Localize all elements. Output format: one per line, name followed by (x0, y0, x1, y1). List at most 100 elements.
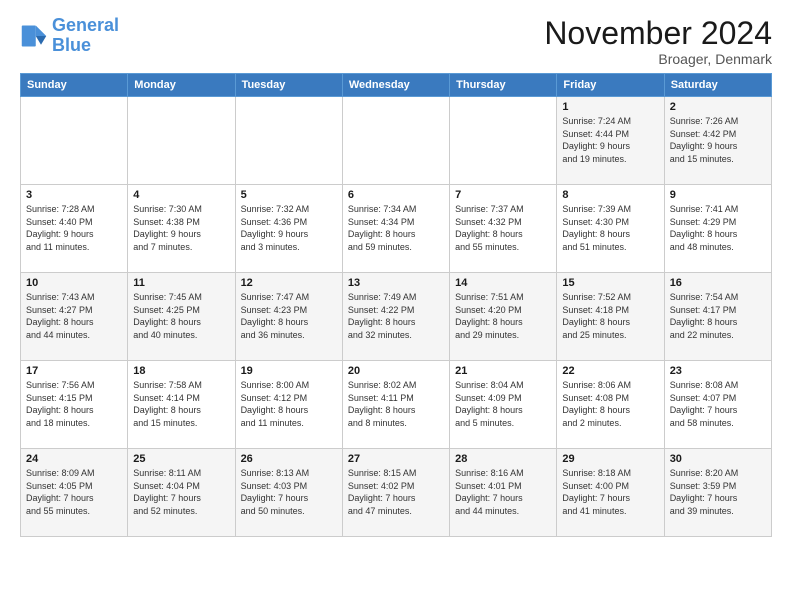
day-info: Sunrise: 7:51 AM Sunset: 4:20 PM Dayligh… (455, 291, 551, 341)
day-cell: 2Sunrise: 7:26 AM Sunset: 4:42 PM Daylig… (664, 97, 771, 185)
day-info: Sunrise: 8:06 AM Sunset: 4:08 PM Dayligh… (562, 379, 658, 429)
day-cell: 26 Sunrise: 8:13 AM Sunset: 4:03 PM Dayli… (235, 449, 342, 537)
day-cell (128, 97, 235, 185)
week-row-4: 17 Sunrise: 7:56 AM Sunset: 4:15 PM Dayli… (21, 361, 772, 449)
day-cell (235, 97, 342, 185)
day-cell: 27Sunrise: 8:15 AM Sunset: 4:02 PM Dayli… (342, 449, 449, 537)
col-thursday: Thursday (450, 74, 557, 97)
logo-text: General Blue (52, 16, 119, 56)
week-row-1: 1 Sunrise: 7:24 AM Sunset: 4:44 PM Daylig… (21, 97, 772, 185)
day-number: 14 (455, 277, 551, 289)
day-info: Sunrise: 8:20 AM Sunset: 3:59 PM Dayligh… (670, 467, 766, 517)
day-cell: 17 Sunrise: 7:56 AM Sunset: 4:15 PM Dayli… (21, 361, 128, 449)
day-number: 8 (562, 189, 658, 201)
day-info: Sunrise: 7:34 AM Sunset: 4:34 PM Dayligh… (348, 203, 444, 253)
day-info: Sunrise: 8:16 AM Sunset: 4:01 PM Dayligh… (455, 467, 551, 517)
day-number: 18 (133, 365, 229, 377)
day-cell (21, 97, 128, 185)
day-cell: 8 Sunrise: 7:39 AM Sunset: 4:30 PM Daylig… (557, 185, 664, 273)
day-cell: 28 Sunrise: 8:16 AM Sunset: 4:01 PM Dayli… (450, 449, 557, 537)
day-number: 23 (670, 365, 766, 377)
day-cell: 7Sunrise: 7:37 AM Sunset: 4:32 PM Daylig… (450, 185, 557, 273)
calendar: Sunday Monday Tuesday Wednesday Thursday… (20, 73, 772, 537)
day-cell: 19 Sunrise: 8:00 AM Sunset: 4:12 PM Dayli… (235, 361, 342, 449)
week-row-5: 24Sunrise: 8:09 AM Sunset: 4:05 PM Dayli… (21, 449, 772, 537)
day-cell: 4Sunrise: 7:30 AM Sunset: 4:38 PM Daylig… (128, 185, 235, 273)
col-wednesday: Wednesday (342, 74, 449, 97)
week-row-2: 3Sunrise: 7:28 AM Sunset: 4:40 PM Daylig… (21, 185, 772, 273)
day-number: 26 (241, 453, 337, 465)
day-number: 16 (670, 277, 766, 289)
day-cell: 9 Sunrise: 7:41 AM Sunset: 4:29 PM Daylig… (664, 185, 771, 273)
calendar-body: 1 Sunrise: 7:24 AM Sunset: 4:44 PM Daylig… (21, 97, 772, 537)
day-number: 10 (26, 277, 122, 289)
day-info: Sunrise: 8:18 AM Sunset: 4:00 PM Dayligh… (562, 467, 658, 517)
day-number: 13 (348, 277, 444, 289)
col-saturday: Saturday (664, 74, 771, 97)
day-info: Sunrise: 7:49 AM Sunset: 4:22 PM Dayligh… (348, 291, 444, 341)
day-number: 5 (241, 189, 337, 201)
day-cell: 22 Sunrise: 8:06 AM Sunset: 4:08 PM Dayli… (557, 361, 664, 449)
day-info: Sunrise: 7:30 AM Sunset: 4:38 PM Dayligh… (133, 203, 229, 253)
day-number: 22 (562, 365, 658, 377)
day-number: 15 (562, 277, 658, 289)
day-info: Sunrise: 7:39 AM Sunset: 4:30 PM Dayligh… (562, 203, 658, 253)
day-info: Sunrise: 7:43 AM Sunset: 4:27 PM Dayligh… (26, 291, 122, 341)
col-friday: Friday (557, 74, 664, 97)
day-cell: 18Sunrise: 7:58 AM Sunset: 4:14 PM Dayli… (128, 361, 235, 449)
day-info: Sunrise: 7:26 AM Sunset: 4:42 PM Dayligh… (670, 115, 766, 165)
day-cell: 24Sunrise: 8:09 AM Sunset: 4:05 PM Dayli… (21, 449, 128, 537)
day-info: Sunrise: 7:37 AM Sunset: 4:32 PM Dayligh… (455, 203, 551, 253)
day-info: Sunrise: 8:09 AM Sunset: 4:05 PM Dayligh… (26, 467, 122, 517)
day-cell (342, 97, 449, 185)
day-number: 11 (133, 277, 229, 289)
day-info: Sunrise: 8:15 AM Sunset: 4:02 PM Dayligh… (348, 467, 444, 517)
day-info: Sunrise: 7:52 AM Sunset: 4:18 PM Dayligh… (562, 291, 658, 341)
logo-icon (20, 22, 48, 50)
day-number: 28 (455, 453, 551, 465)
day-info: Sunrise: 7:32 AM Sunset: 4:36 PM Dayligh… (241, 203, 337, 253)
day-number: 19 (241, 365, 337, 377)
day-cell: 13 Sunrise: 7:49 AM Sunset: 4:22 PM Dayli… (342, 273, 449, 361)
location: Broager, Denmark (544, 51, 772, 67)
day-number: 21 (455, 365, 551, 377)
day-info: Sunrise: 7:56 AM Sunset: 4:15 PM Dayligh… (26, 379, 122, 429)
day-cell: 1 Sunrise: 7:24 AM Sunset: 4:44 PM Daylig… (557, 97, 664, 185)
day-cell: 23 Sunrise: 8:08 AM Sunset: 4:07 PM Dayli… (664, 361, 771, 449)
day-number: 17 (26, 365, 122, 377)
day-cell: 6 Sunrise: 7:34 AM Sunset: 4:34 PM Daylig… (342, 185, 449, 273)
day-info: Sunrise: 7:54 AM Sunset: 4:17 PM Dayligh… (670, 291, 766, 341)
header: General Blue November 2024 Broager, Denm… (20, 16, 772, 67)
day-info: Sunrise: 8:04 AM Sunset: 4:09 PM Dayligh… (455, 379, 551, 429)
day-info: Sunrise: 8:02 AM Sunset: 4:11 PM Dayligh… (348, 379, 444, 429)
day-cell: 10 Sunrise: 7:43 AM Sunset: 4:27 PM Dayli… (21, 273, 128, 361)
day-number: 29 (562, 453, 658, 465)
calendar-header: Sunday Monday Tuesday Wednesday Thursday… (21, 74, 772, 97)
logo: General Blue (20, 16, 119, 56)
day-info: Sunrise: 7:45 AM Sunset: 4:25 PM Dayligh… (133, 291, 229, 341)
logo-line1: General (52, 15, 119, 35)
day-info: Sunrise: 8:08 AM Sunset: 4:07 PM Dayligh… (670, 379, 766, 429)
day-cell: 21 Sunrise: 8:04 AM Sunset: 4:09 PM Dayli… (450, 361, 557, 449)
day-info: Sunrise: 7:41 AM Sunset: 4:29 PM Dayligh… (670, 203, 766, 253)
day-cell: 30Sunrise: 8:20 AM Sunset: 3:59 PM Dayli… (664, 449, 771, 537)
day-cell: 16 Sunrise: 7:54 AM Sunset: 4:17 PM Dayli… (664, 273, 771, 361)
day-info: Sunrise: 7:28 AM Sunset: 4:40 PM Dayligh… (26, 203, 122, 253)
week-row-3: 10 Sunrise: 7:43 AM Sunset: 4:27 PM Dayli… (21, 273, 772, 361)
day-info: Sunrise: 7:24 AM Sunset: 4:44 PM Dayligh… (562, 115, 658, 165)
day-number: 9 (670, 189, 766, 201)
day-number: 6 (348, 189, 444, 201)
day-cell: 11 Sunrise: 7:45 AM Sunset: 4:25 PM Dayli… (128, 273, 235, 361)
day-number: 1 (562, 101, 658, 113)
month-title: November 2024 (544, 16, 772, 51)
day-info: Sunrise: 7:47 AM Sunset: 4:23 PM Dayligh… (241, 291, 337, 341)
day-info: Sunrise: 8:13 AM Sunset: 4:03 PM Dayligh… (241, 467, 337, 517)
header-row: Sunday Monday Tuesday Wednesday Thursday… (21, 74, 772, 97)
day-cell (450, 97, 557, 185)
day-number: 25 (133, 453, 229, 465)
day-cell: 25Sunrise: 8:11 AM Sunset: 4:04 PM Dayli… (128, 449, 235, 537)
day-number: 20 (348, 365, 444, 377)
day-cell: 3Sunrise: 7:28 AM Sunset: 4:40 PM Daylig… (21, 185, 128, 273)
day-info: Sunrise: 8:00 AM Sunset: 4:12 PM Dayligh… (241, 379, 337, 429)
day-cell: 5 Sunrise: 7:32 AM Sunset: 4:36 PM Daylig… (235, 185, 342, 273)
